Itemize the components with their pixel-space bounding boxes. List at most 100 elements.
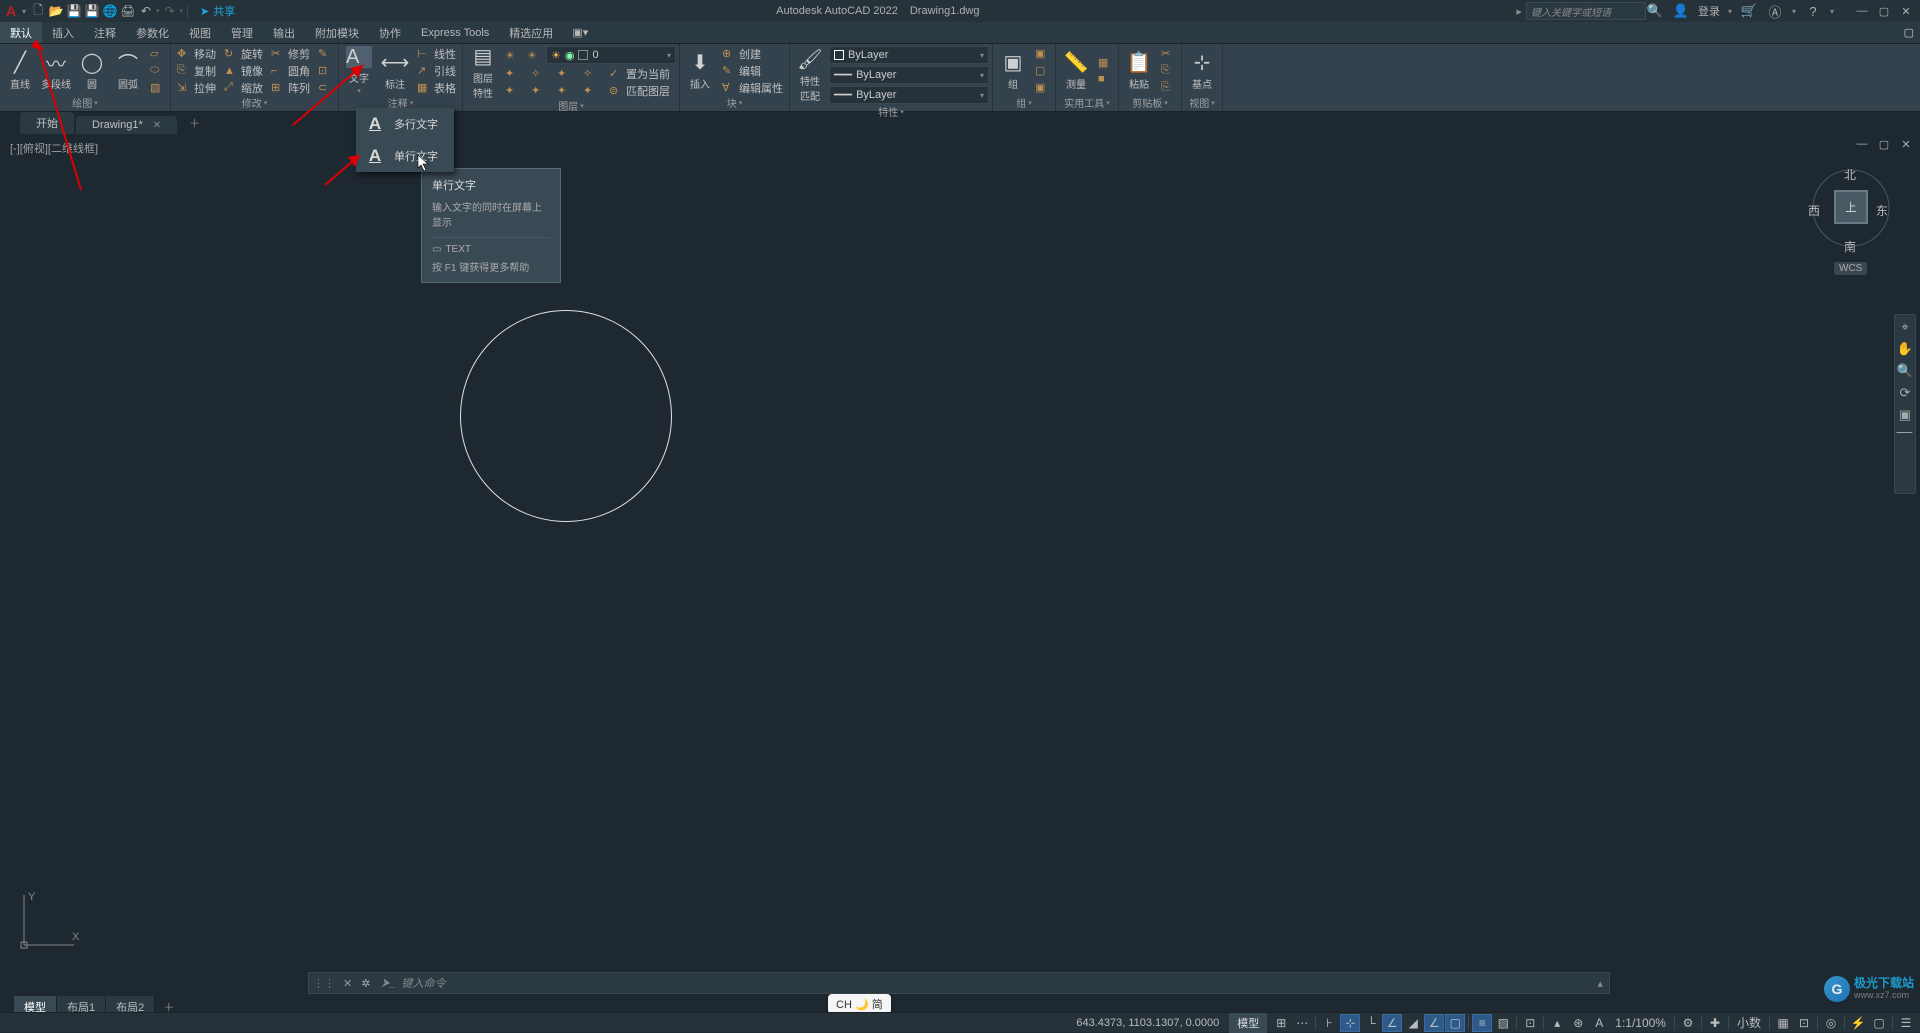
share-button[interactable]: ➤共享 [200, 3, 235, 19]
block-create-button[interactable]: ⊕创建 [719, 46, 786, 61]
leader-button[interactable]: ↗引线 [414, 63, 459, 78]
tab-view[interactable]: 视图 [179, 22, 221, 43]
scale-button[interactable]: ⤢缩放 [221, 80, 266, 95]
panel-view-label[interactable]: 视图 [1185, 95, 1219, 111]
arc-button[interactable]: ⌒圆弧 [111, 47, 145, 95]
layer-i2[interactable]: ✧ [528, 66, 548, 81]
color-combo[interactable]: ByLayer [829, 46, 989, 64]
layer-i8[interactable]: ✦ [580, 83, 600, 98]
table-button[interactable]: ▦表格 [414, 80, 459, 95]
panel-block-label[interactable]: 块 [683, 95, 786, 111]
stretch-button[interactable]: ⇲拉伸 [174, 80, 219, 95]
panel-group-label[interactable]: 组 [996, 95, 1052, 111]
grid-icon[interactable]: ⊞ [1271, 1014, 1291, 1032]
lock-ui-icon[interactable]: ⊡ [1794, 1014, 1814, 1032]
annotation-monitor-icon[interactable]: ✚ [1705, 1014, 1725, 1032]
block-insert-button[interactable]: ⬇插入 [683, 47, 717, 95]
orbit-icon[interactable]: ⟳ [1900, 385, 1911, 401]
status-model-button[interactable]: 模型 [1229, 1013, 1267, 1033]
layer-setcurrent-button[interactable]: ✓置为当前 [606, 66, 673, 81]
doc-maximize-button[interactable]: ▢ [1874, 136, 1894, 152]
tab-express[interactable]: Express Tools [411, 22, 499, 43]
tab-addins[interactable]: 附加模块 [305, 22, 369, 43]
block-editattr-button[interactable]: ∀编辑属性 [719, 80, 786, 95]
layer-i4[interactable]: ✧ [580, 66, 600, 81]
login-button[interactable]: 登录 [1698, 3, 1720, 19]
lineweight-combo[interactable]: ━━━ ByLayer [829, 66, 989, 84]
panel-props-label[interactable]: 特性 [793, 104, 989, 120]
tab-manage[interactable]: 管理 [221, 22, 263, 43]
viewcube[interactable]: 北 南 东 西 上 WCS [1810, 164, 1890, 284]
panel-clip-label[interactable]: 剪贴板 [1122, 95, 1178, 111]
clip-i3[interactable]: ⎘ [1158, 80, 1178, 95]
cmd-options-icon[interactable]: ✲ [356, 977, 375, 990]
tab-parametric[interactable]: 参数化 [126, 22, 179, 43]
copy-button[interactable]: ⎘复制 [174, 63, 219, 78]
matchprops-button[interactable]: 🖌特性 匹配 [793, 51, 827, 99]
doc-minimize-button[interactable]: — [1852, 136, 1872, 152]
close-button[interactable]: ✕ [1896, 3, 1916, 19]
basepoint-button[interactable]: ⊹基点 [1185, 47, 1219, 95]
osnap-2d-icon[interactable]: ▢ [1445, 1014, 1465, 1032]
user-icon[interactable]: 👤 [1672, 2, 1690, 20]
qat-open-icon[interactable]: 📂 [48, 3, 64, 19]
infer-icon[interactable]: ⊦ [1319, 1014, 1339, 1032]
viewcube-top-face[interactable]: 上 [1834, 190, 1868, 224]
paste-button[interactable]: 📋粘贴 [1122, 47, 1156, 95]
clean-screen-icon[interactable]: ▢ [1869, 1014, 1889, 1032]
layer-props-button[interactable]: ▤图层 特性 [466, 48, 500, 96]
tab-blank[interactable]: ▣▾ [563, 22, 597, 43]
panel-util-label[interactable]: 实用工具 [1059, 95, 1115, 111]
measure-button[interactable]: 📏测量 [1059, 47, 1093, 95]
file-tab-add-button[interactable]: ＋ [179, 112, 210, 134]
group-i3[interactable]: ▣ [1032, 80, 1052, 95]
move-button[interactable]: ✥移动 [174, 46, 219, 61]
steering-wheel-icon[interactable]: ⌖ [1901, 319, 1908, 335]
minimize-button[interactable]: — [1852, 3, 1872, 19]
mirror-button[interactable]: ▲镜像 [221, 63, 266, 78]
ortho-icon[interactable]: └ [1361, 1014, 1381, 1032]
nav-slider[interactable]: │ [1898, 429, 1913, 489]
clip-i2[interactable]: ⎘ [1158, 63, 1178, 78]
qat-new-icon[interactable]: 🗋 [30, 3, 46, 19]
autoscale-icon[interactable]: A [1589, 1014, 1609, 1032]
viewcube-wcs[interactable]: WCS [1834, 262, 1867, 275]
drawn-circle[interactable] [460, 310, 672, 522]
workspace-icon[interactable]: ⚙ [1678, 1014, 1698, 1032]
qat-web-icon[interactable]: 🌐 [102, 3, 118, 19]
cmd-history-icon[interactable]: ▴ [1591, 977, 1609, 990]
group-i2[interactable]: ▢ [1032, 63, 1052, 78]
pan-icon[interactable]: ✋ [1897, 341, 1913, 357]
group-button[interactable]: ▣组 [996, 47, 1030, 95]
cmd-drag-handle[interactable]: ⋮⋮ [309, 977, 339, 990]
doc-close-button[interactable]: ✕ [1896, 136, 1916, 152]
qat-redo-icon[interactable]: ↷ [162, 3, 178, 19]
layer-match-button[interactable]: ⊜匹配图层 [606, 83, 673, 98]
layer-i5[interactable]: ✦ [502, 83, 522, 98]
osnap-tracking-icon[interactable]: ∠ [1424, 1014, 1444, 1032]
tab-collaborate[interactable]: 协作 [369, 22, 411, 43]
menu-item-singleline-text[interactable]: A 单行文字 [356, 140, 454, 172]
qat-save-icon[interactable]: 💾 [66, 3, 82, 19]
selection-cycling-icon[interactable]: ⊡ [1520, 1014, 1540, 1032]
mod-icon-1[interactable]: ✎ [315, 46, 335, 61]
block-edit-button[interactable]: ✎编辑 [719, 63, 786, 78]
app-icon[interactable]: A [0, 0, 22, 22]
qat-saveas-icon[interactable]: 💾 [84, 3, 100, 19]
rect-icon[interactable]: ▱ [147, 46, 167, 61]
units-display[interactable]: 小数 [1732, 1014, 1766, 1032]
group-i1[interactable]: ▣ [1032, 46, 1052, 61]
customize-icon[interactable]: ☰ [1896, 1014, 1916, 1032]
cart-icon[interactable]: 🛒 [1740, 2, 1758, 20]
qat-plot-icon[interactable]: 🖨 [120, 3, 136, 19]
lineweight-icon[interactable]: ≡ [1472, 1014, 1492, 1032]
layer-i3[interactable]: ✦ [554, 66, 574, 81]
util-i2[interactable]: ■ [1095, 72, 1115, 87]
trim-button[interactable]: ✂修剪 [268, 46, 313, 61]
rotate-button[interactable]: ↻旋转 [221, 46, 266, 61]
dynamic-input-icon[interactable]: ⊹ [1340, 1014, 1360, 1032]
layer-i6[interactable]: ✦ [528, 83, 548, 98]
search-icon[interactable]: 🔍 [1646, 2, 1664, 20]
annotation-visibility-icon[interactable]: ⊛ [1568, 1014, 1588, 1032]
scale-display[interactable]: 1:1/100% [1610, 1014, 1671, 1032]
